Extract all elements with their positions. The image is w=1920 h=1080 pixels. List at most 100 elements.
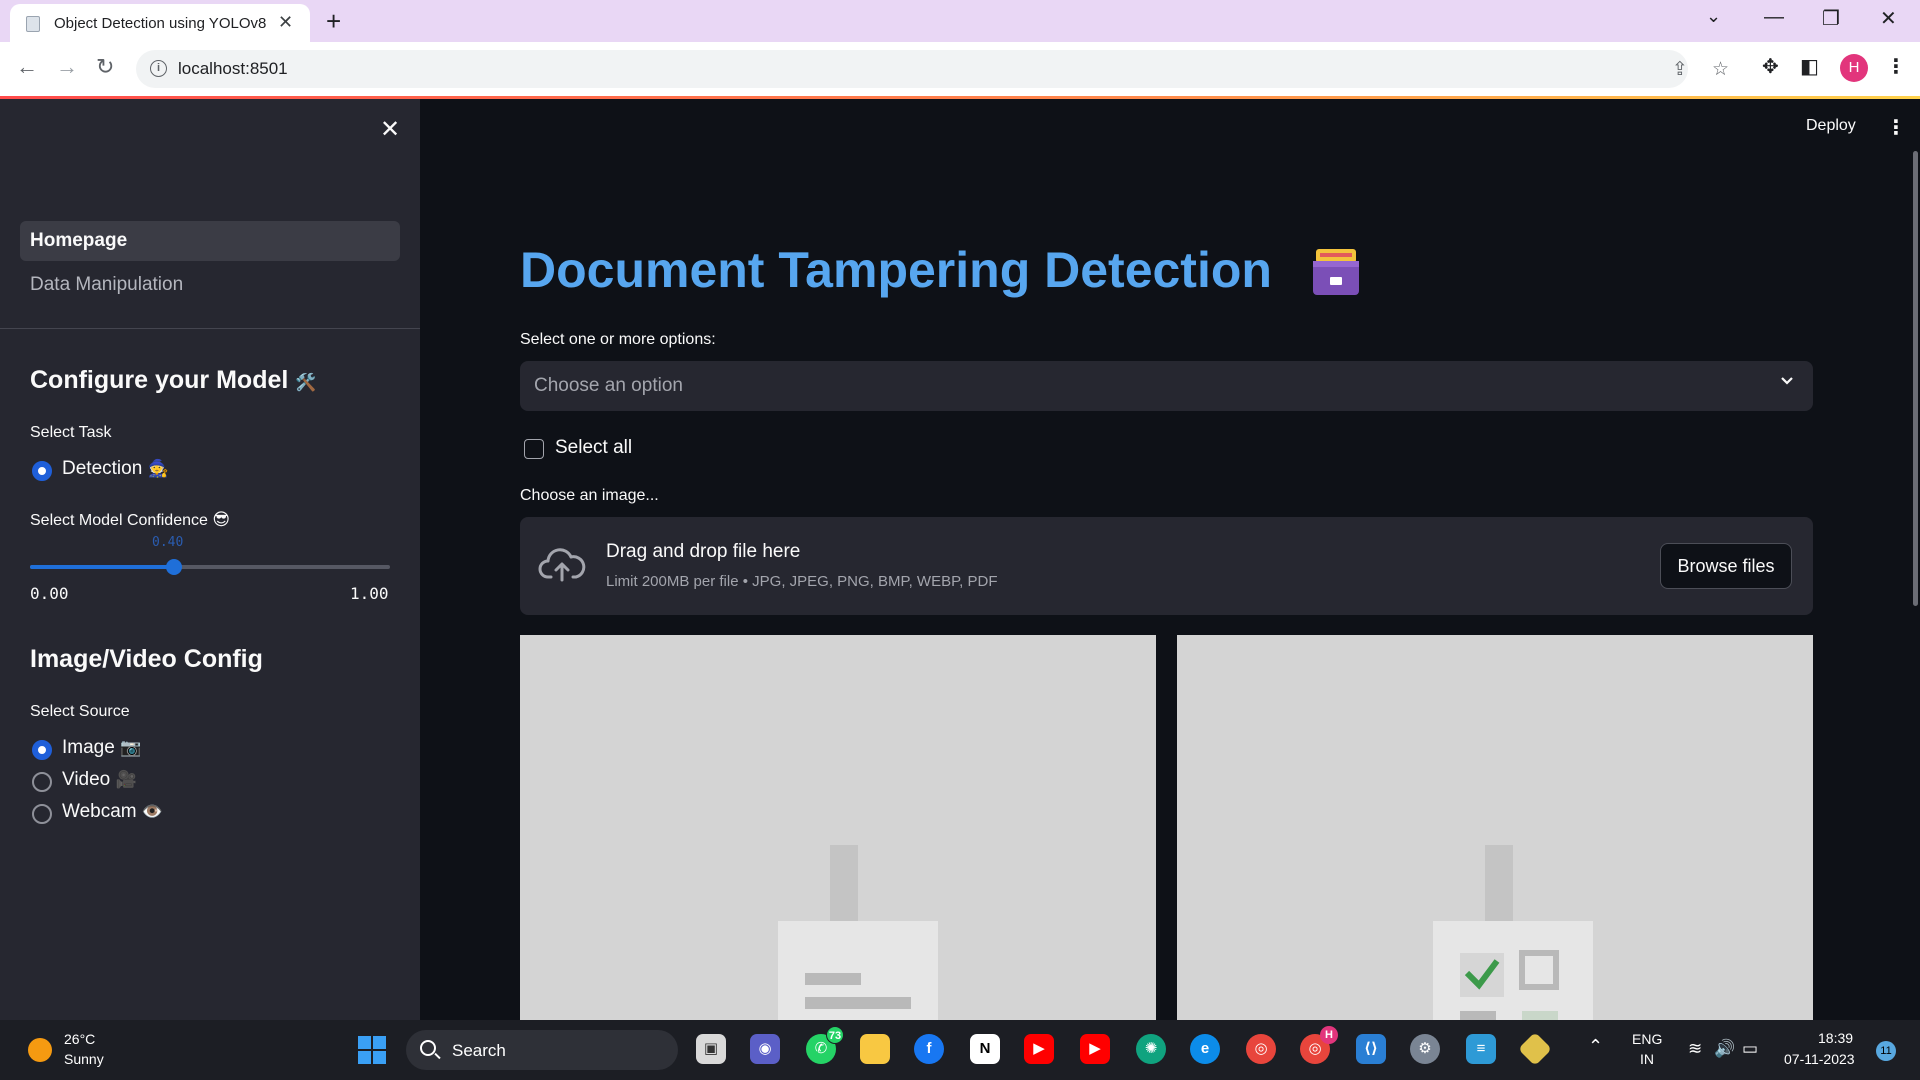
site-info-icon[interactable]: i (150, 60, 167, 77)
profile-avatar[interactable]: H (1840, 54, 1868, 82)
select-all-checkbox[interactable] (524, 439, 544, 459)
restore-button[interactable]: ❐ (1822, 6, 1840, 31)
facebook-icon[interactable]: f (914, 1034, 944, 1064)
task-view-icon[interactable]: ▣ (696, 1034, 726, 1064)
select-all-label[interactable]: Select all (555, 437, 632, 459)
document-placeholder-icon (778, 845, 938, 1035)
vscode-icon[interactable]: ⟨⟩ (1356, 1034, 1386, 1064)
taskbar-search-box[interactable]: Search (406, 1030, 678, 1070)
video-camera-icon: 🎥 (115, 770, 137, 789)
reload-icon[interactable]: ↻ (96, 54, 114, 80)
language-indicator[interactable]: ENG (1632, 1031, 1662, 1047)
radio-video[interactable] (32, 772, 52, 792)
browse-files-button[interactable]: Browse files (1660, 543, 1792, 589)
image-preview-left (520, 635, 1156, 1035)
battery-icon[interactable]: ▭ (1742, 1039, 1758, 1059)
radio-image[interactable] (32, 740, 52, 760)
confidence-slider-value: 0.40 (152, 535, 184, 550)
app-menu-icon[interactable]: ⋮ (1886, 115, 1906, 140)
weather-description[interactable]: Sunny (64, 1051, 104, 1067)
main-content: Deploy ⋮ Document Tampering Detection Se… (420, 99, 1920, 1035)
windows-taskbar: 26°C Sunny Search ▣ ◉ ✆ 73 f N ▶ ▶ ✺ e ◎… (0, 1020, 1920, 1080)
confidence-slider-thumb[interactable] (166, 559, 182, 575)
whatsapp-badge: 73 (826, 1026, 844, 1044)
notion-icon[interactable]: N (970, 1034, 1000, 1064)
notification-badge[interactable]: 11 (1876, 1041, 1896, 1061)
sidebar-nav-homepage[interactable]: Homepage (20, 221, 400, 261)
checklist-placeholder-icon (1433, 845, 1593, 1035)
new-tab-button[interactable]: + (326, 6, 341, 37)
sunglasses-icon: 😎 (212, 510, 231, 529)
teams-chat-icon[interactable]: ◉ (750, 1034, 780, 1064)
radio-webcam[interactable] (32, 804, 52, 824)
git-tool-icon[interactable] (1518, 1032, 1552, 1066)
tray-overflow-chevron-icon[interactable]: ⌃ (1588, 1036, 1603, 1057)
chatgpt-icon[interactable]: ✺ (1136, 1034, 1166, 1064)
confidence-slider-track[interactable] (30, 565, 390, 569)
notepad-icon[interactable]: ≡ (1466, 1034, 1496, 1064)
whatsapp-icon[interactable]: ✆ 73 (806, 1026, 844, 1064)
confidence-label: Select Model Confidence 😎 (30, 510, 231, 529)
confidence-slider-min: 0.00 (30, 584, 69, 603)
weather-temperature[interactable]: 26°C (64, 1031, 95, 1047)
chrome-icon[interactable]: ◎ (1246, 1034, 1276, 1064)
eye-icon: 👁️ (141, 802, 164, 821)
chrome-profile-badge: H (1320, 1026, 1338, 1044)
radio-webcam-label[interactable]: Webcam 👁️ (62, 801, 163, 823)
card-file-box-icon (1313, 249, 1359, 295)
uploader-label: Choose an image... (520, 487, 659, 504)
edge-browser-icon[interactable]: e (1190, 1034, 1220, 1064)
browser-menu-icon[interactable]: ⋮ (1886, 54, 1906, 79)
settings-gear-icon[interactable]: ⚙ (1410, 1034, 1440, 1064)
youtube-icon[interactable]: ▶ (1024, 1034, 1054, 1064)
camera-icon: 📷 (120, 738, 142, 757)
multiselect-placeholder: Choose an option (534, 375, 683, 396)
main-scrollbar[interactable] (1913, 151, 1918, 606)
multiselect-label: Select one or more options: (520, 331, 716, 348)
deploy-button[interactable]: Deploy (1806, 117, 1856, 135)
page-title: Document Tampering Detection (520, 242, 1272, 298)
region-indicator[interactable]: IN (1640, 1051, 1654, 1067)
file-explorer-icon[interactable] (860, 1034, 890, 1064)
radio-image-label[interactable]: Image 📷 (62, 737, 141, 759)
radio-detection[interactable] (32, 461, 52, 481)
radio-video-label[interactable]: Video 🎥 (62, 769, 137, 791)
bookmark-star-icon[interactable]: ☆ (1712, 58, 1729, 81)
volume-icon[interactable]: 🔊 (1714, 1039, 1735, 1059)
close-tab-icon[interactable]: ✕ (278, 12, 293, 33)
sidebar-divider (0, 328, 420, 329)
options-multiselect[interactable]: Choose an option (520, 361, 1813, 411)
sidebar-nav-data-manipulation[interactable]: Data Manipulation (20, 265, 400, 305)
file-uploader-dropzone[interactable]: Drag and drop file here Limit 200MB per … (520, 517, 1813, 615)
image-preview-right (1177, 635, 1813, 1035)
clock-date[interactable]: 07-11-2023 (1784, 1051, 1855, 1067)
wifi-icon[interactable]: ≋ (1688, 1039, 1702, 1059)
radio-detection-label[interactable]: Detection 🧙 (62, 458, 169, 480)
youtube-icon-2[interactable]: ▶ (1080, 1034, 1110, 1064)
chevron-down-icon[interactable] (1780, 374, 1794, 388)
cloud-upload-icon (538, 548, 586, 582)
close-window-button[interactable]: ✕ (1880, 6, 1897, 31)
taskbar-search-label: Search (452, 1041, 506, 1060)
confidence-slider-fill (30, 565, 174, 569)
search-icon (420, 1040, 436, 1056)
address-bar[interactable]: i localhost:8501 ⇪ ☆ (136, 50, 1729, 88)
hammer-wrench-icon: 🛠️ (295, 373, 317, 392)
windows-start-icon[interactable] (358, 1036, 386, 1064)
chrome-profile-icon[interactable]: ◎ H (1300, 1026, 1338, 1064)
clock-time[interactable]: 18:39 (1818, 1030, 1853, 1046)
tab-search-chevron-icon[interactable]: ⌄ (1706, 6, 1721, 27)
url-text[interactable]: localhost:8501 (178, 59, 288, 79)
side-panel-icon[interactable]: ◧ (1800, 54, 1819, 79)
back-arrow-icon[interactable]: ← (16, 54, 38, 80)
extensions-puzzle-icon[interactable]: ✥ (1762, 54, 1779, 79)
minimize-button[interactable]: — (1764, 6, 1784, 29)
tab-title: Object Detection using YOLOv8 (54, 15, 267, 32)
forward-arrow-icon[interactable]: → (56, 54, 78, 80)
browser-tab[interactable]: Object Detection using YOLOv8 ✕ (10, 4, 310, 42)
share-icon[interactable]: ⇪ (1672, 58, 1688, 81)
confidence-slider-max: 1.00 (350, 584, 389, 603)
sun-weather-icon[interactable] (28, 1038, 52, 1062)
close-sidebar-icon[interactable]: ✕ (380, 115, 400, 144)
model-config-heading: Configure your Model 🛠️ (30, 366, 316, 395)
